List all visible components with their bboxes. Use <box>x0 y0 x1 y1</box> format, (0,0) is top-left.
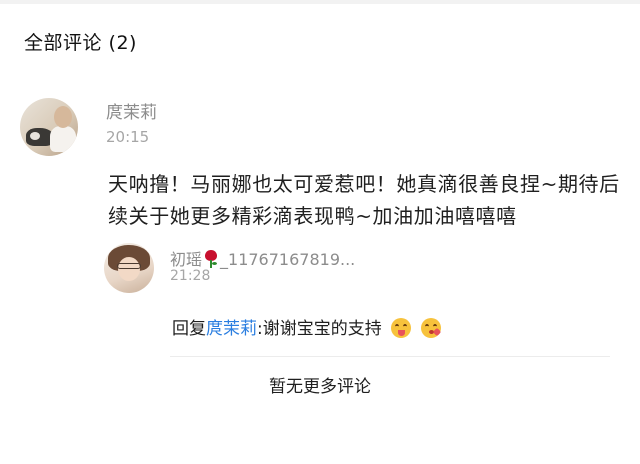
reply-username[interactable]: 初瑶 _11767167819... <box>170 246 355 270</box>
top-bar <box>0 0 640 4</box>
glasses-shape <box>117 263 141 269</box>
reply-timestamp: 21:28 <box>170 268 211 284</box>
reply-avatar[interactable] <box>104 243 154 293</box>
no-more-comments: 暂无更多评论 <box>269 377 371 397</box>
reply-text: 回复庹茉莉:谢谢宝宝的支持 <box>172 314 441 339</box>
kiss-emoji-icon <box>420 318 441 338</box>
comment-username[interactable]: 庹茉莉 <box>106 98 157 123</box>
child-head-shape <box>54 106 72 128</box>
child-shirt-shape <box>50 126 76 152</box>
comment-avatar[interactable] <box>20 98 78 156</box>
dog-face-shape <box>30 132 40 140</box>
comments-header: 全部评论 (2) <box>24 32 137 54</box>
reply-username-prefix: 初瑶 <box>170 250 203 269</box>
reply-body: :谢谢宝宝的支持 <box>257 319 382 339</box>
reply-prefix: 回复 <box>172 319 206 339</box>
reply-mention-link[interactable]: 庹茉莉 <box>206 319 257 339</box>
tongue-out-emoji-icon <box>391 318 412 338</box>
rose-icon <box>204 250 218 268</box>
reply-username-suffix: _11767167819... <box>220 250 356 269</box>
comment-text: 天呐撸！马丽娜也太可爱惹吧！她真滴很善良捏~期待后续关于她更多精彩滴表现鸭~加油… <box>108 172 620 228</box>
face-shape <box>118 257 140 281</box>
comment-timestamp: 20:15 <box>106 128 150 146</box>
divider <box>170 356 610 357</box>
